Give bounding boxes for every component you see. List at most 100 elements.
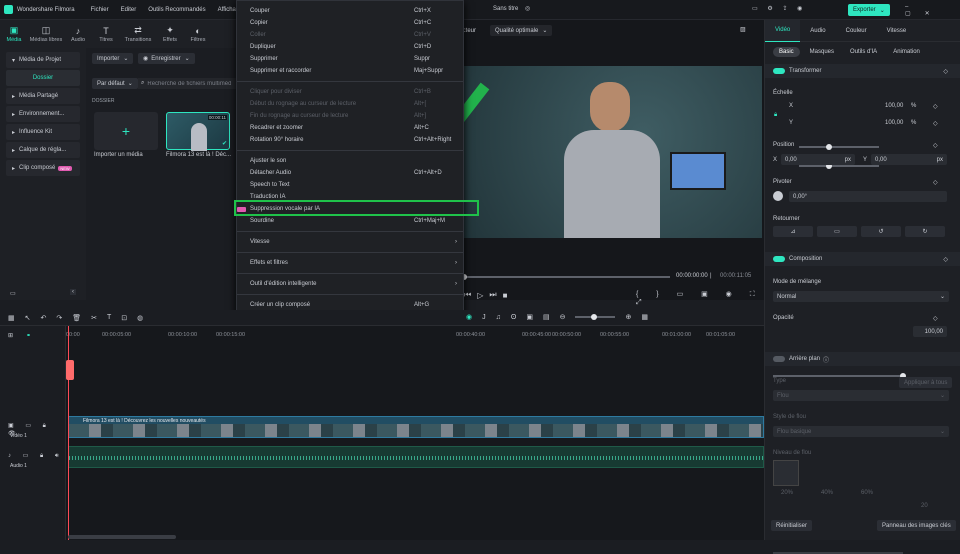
background-section[interactable]: Arrière plan ⓘ [765,352,960,366]
position-x-input[interactable]: 0,00 px [781,154,855,165]
zoom-knob[interactable] [591,314,598,320]
menu-item-1[interactable]: Copier Ctrl+C [237,17,463,29]
link-icon[interactable]: 🔒︎ [774,112,777,119]
split-icon[interactable]: ✂ [91,314,97,322]
opacity-slider[interactable] [773,373,906,379]
quality-dropdown[interactable]: Qualité optimale ⌄ [490,25,553,36]
keyframe-diamond-icon[interactable]: ◇ [933,315,938,322]
export-button[interactable]: Exporter ⌄ [848,4,890,16]
menu-item-4[interactable]: Supprimer Suppr [237,53,463,65]
voice-icon[interactable]: ʘ [511,314,516,321]
menu-item-20[interactable]: Vitesse › [237,236,463,248]
layout-icon[interactable]: ▦ [8,314,15,322]
text-icon[interactable]: T [107,314,111,321]
rotate-dial-icon[interactable] [773,191,783,201]
tab-transitions[interactable]: ⇄ Transitions [120,25,156,43]
tab-effects[interactable]: ✦ Effets [156,25,184,43]
menu-item-10[interactable]: Recadrer et zoomer Alt+C [237,122,463,134]
media-clip-thumbnail[interactable]: 00:00:11 ✔ [166,112,230,151]
blur-style-dropdown[interactable]: Flou basique ⌄ [773,426,949,437]
record-button[interactable]: ◉ Enregistrer ⌄ [138,53,195,64]
color-icon[interactable]: ◍ [137,314,143,322]
menu-item-2[interactable]: Coller Ctrl+V [237,29,463,41]
tab-speed[interactable]: Vitesse [877,20,917,42]
menu-item-3[interactable]: Dupliquer Ctrl+D [237,41,463,53]
composition-section[interactable]: Composition ◇ [765,252,960,266]
tab-audio[interactable]: Audio [800,20,835,42]
timeline-scrollbar[interactable] [68,535,176,539]
audio-clip[interactable] [68,446,764,468]
keyframe-diamond-icon[interactable]: ◇ [943,256,948,263]
scale-x-value[interactable]: 100,00 [885,103,903,109]
reset-button[interactable]: Réinitialiser [771,520,813,531]
menu-item-0[interactable]: Couper Ctrl+X [237,5,463,17]
render-icon[interactable]: ◉ [466,313,472,321]
flip-horizontal-button[interactable]: ⊿ [773,226,813,237]
blur-level-40[interactable] [813,460,839,486]
tab-stock-media[interactable]: ◫ Médias libres [28,25,64,43]
menu-item-9[interactable]: Fin du rognage au curseur de lecture Alt+… [237,110,463,122]
crop-icon[interactable]: ⊡ [121,314,127,322]
menu-fichier[interactable]: Fichier [91,7,109,13]
menu-item-13[interactable]: Ajuster le son [237,155,463,167]
sidebar-item-shared-media[interactable]: ▸ Média Partagé [6,88,80,104]
add-track-icon[interactable]: ⊞ [8,332,13,339]
keyframe-diamond-icon[interactable]: ◇ [933,142,938,149]
window-controls[interactable]: –▢✕ [905,4,960,17]
select-icon[interactable]: ↖ [25,314,31,322]
folder-icon[interactable]: ▭ [10,290,16,297]
scale-x-knob[interactable] [826,144,833,150]
stop-icon[interactable]: ■ [503,291,508,300]
marker-icon[interactable]: J [482,314,486,321]
subtitle-icon[interactable]: ▤ [543,313,550,321]
menu-affichage[interactable]: Afficha [218,7,236,13]
subtab-masks[interactable]: Masques [804,47,840,57]
sidebar-item-compound-clip[interactable]: ▸ Clip composé NEW [6,160,80,176]
subtab-ai-tools[interactable]: Outils d'IA [844,47,883,57]
menu-item-22[interactable]: Effets et filtres › [237,257,463,269]
scale-x-slider[interactable] [799,144,879,150]
transform-section[interactable]: Transformer ◇ [765,64,960,78]
prev-frame-icon[interactable]: ⏮ [464,290,471,300]
tab-filters[interactable]: ◐ Filtres [184,26,212,43]
rotate-input[interactable]: 0,00° [789,191,947,202]
menu-item-24[interactable]: Outil d'édition intelligente › [237,278,463,290]
search-input[interactable]: ⌕ Recherche de fichiers multiméd [138,78,236,89]
zoom-out-icon[interactable]: ⊖ [560,313,566,321]
keyframe-diamond-icon[interactable]: ◇ [933,179,938,186]
keyframe-diamond-icon[interactable]: ◇ [943,68,948,75]
blur-pct[interactable]: 20 [921,503,928,509]
next-frame-icon[interactable]: ⏭ [489,290,496,300]
composition-toggle[interactable] [773,256,785,262]
play-icon[interactable]: ▷ [477,291,483,300]
menu-item-5[interactable]: Supprimer et raccorder Maj+Suppr [237,65,463,77]
flip-vertical-button[interactable]: ▭ [817,226,857,237]
collapse-icon[interactable]: ‹ [70,289,76,295]
playhead[interactable] [68,326,69,540]
rotate-left-button[interactable]: ↺ [861,226,901,237]
audio-track-icons[interactable]: ♪ ▭ 🔒︎ 🔊︎ [8,452,64,460]
blend-mode-dropdown[interactable]: Normal ⌄ [773,291,949,302]
menu-item-11[interactable]: Rotation 90° horaire Ctrl+Alt+Right [237,134,463,146]
playhead-handle[interactable] [66,360,74,380]
preview-extra-controls[interactable]: { } ▭ ▣ ◉ ⛶ ⤢ [636,290,764,307]
tab-audio[interactable]: ♪ Audio [64,26,92,43]
blur-level-20[interactable] [773,460,799,486]
import-media-tile[interactable]: + [94,112,158,150]
sort-dropdown[interactable]: Par défaut ⌄ [92,78,138,89]
sidebar-item-project-media[interactable]: ▾ Média de Projet [6,52,80,68]
transform-toggle[interactable] [773,68,785,74]
sidebar-item-folder[interactable]: Dossier [6,70,80,86]
sidebar-item-adjustment-layer[interactable]: ▸ Calque de régla... [6,142,80,158]
menu-item-7[interactable]: Cliquer pour diviser Ctrl+B [237,86,463,98]
mix-icon[interactable]: ▣ [526,313,533,321]
menu-editer[interactable]: Editer [121,7,137,13]
apply-all-button[interactable]: Appliquer à tous [899,377,953,388]
menu-item-15[interactable]: Speech to Text [237,179,463,191]
zoom-in-icon[interactable]: ⊕ [625,313,631,321]
tab-color[interactable]: Couleur [836,20,877,42]
menu-outils[interactable]: Outils Recommandés [148,7,205,13]
background-toggle[interactable] [773,356,785,362]
subtab-animation[interactable]: Animation [887,47,926,57]
video-clip[interactable]: Filmora 13 est là ! Découvrez les nouvel… [68,416,764,438]
